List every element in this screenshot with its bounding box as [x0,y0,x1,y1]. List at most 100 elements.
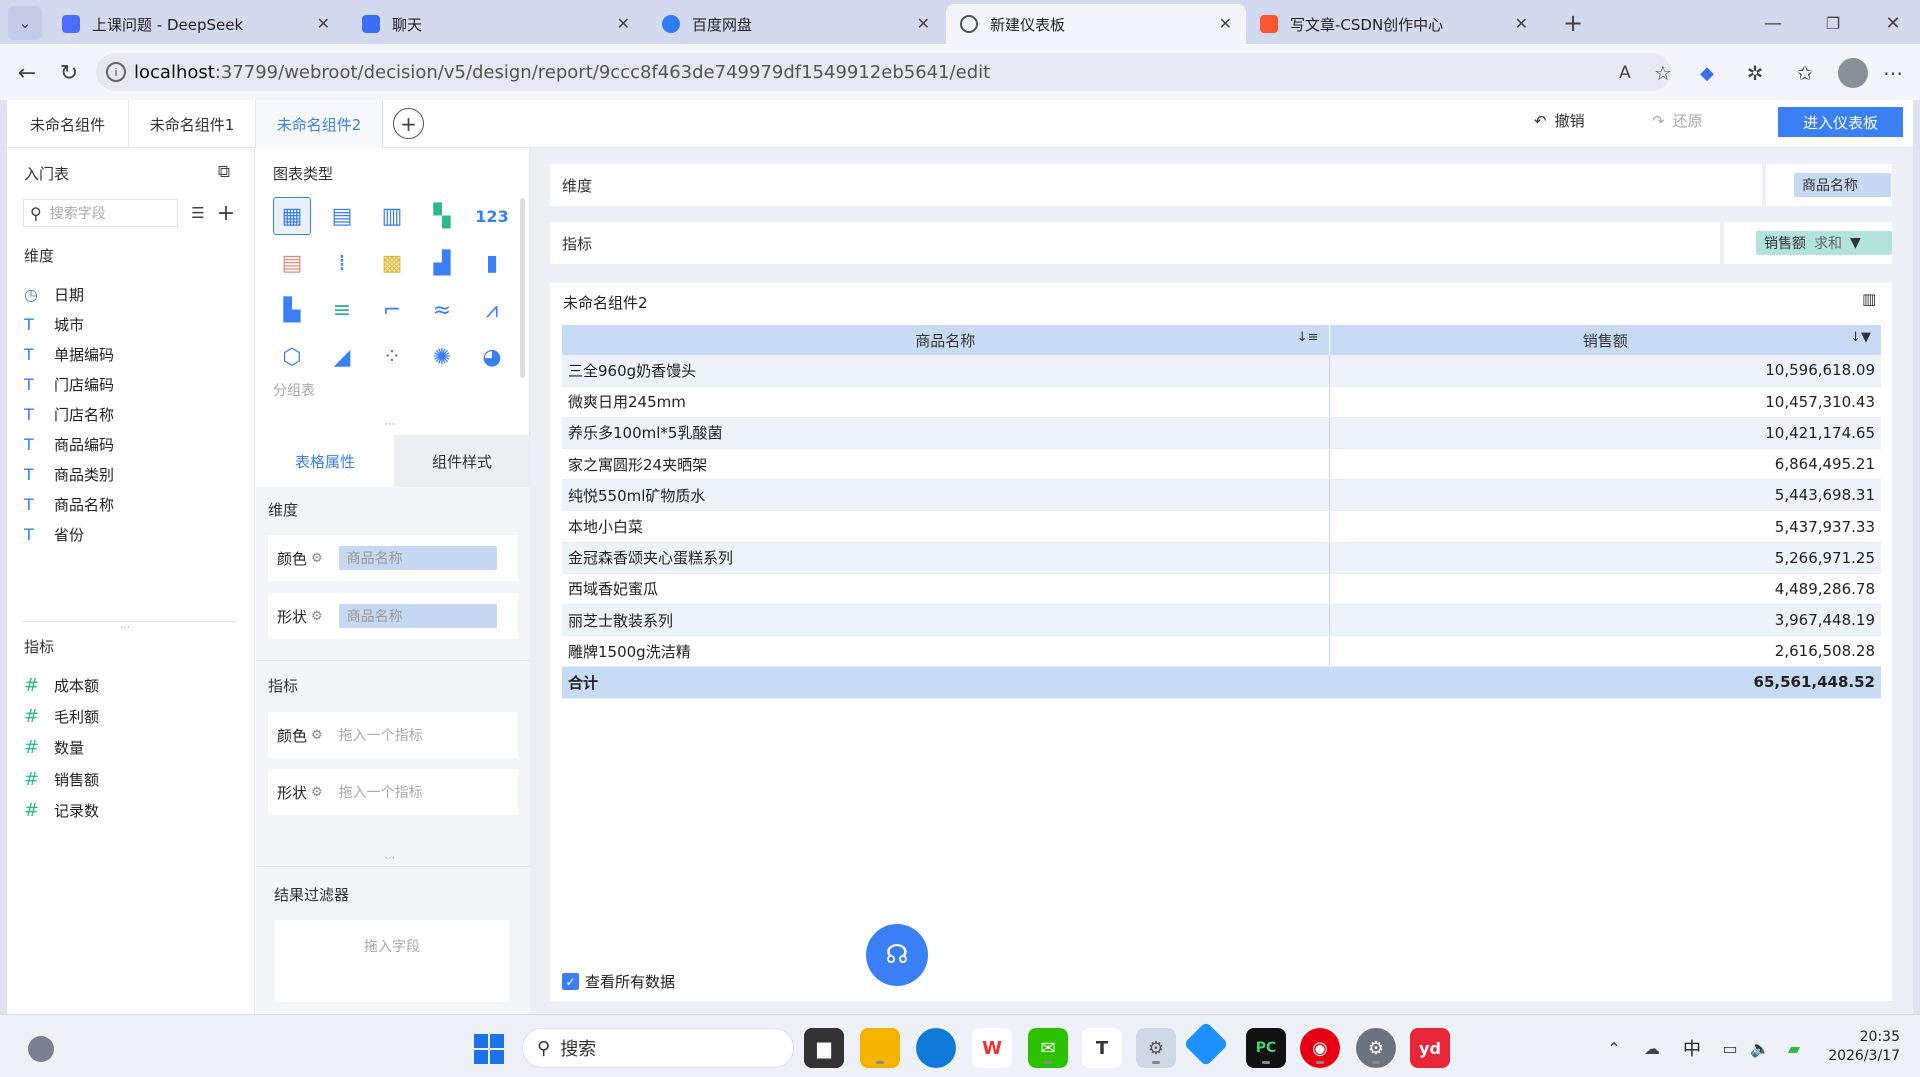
customer-service-icon[interactable]: ☊ [866,924,928,986]
show-hidden-icons-chevron[interactable]: ⌃ [1602,1036,1626,1060]
dimension-field[interactable]: T 省份 [24,519,84,549]
read-aloud-icon[interactable]: A [1610,58,1640,88]
youdao-icon[interactable]: yd [1410,1028,1450,1068]
widget-settings-icon[interactable]: ▥ [1862,290,1876,308]
search-field-box[interactable]: ⚲ 搜索字段 [23,199,178,227]
dimension-field[interactable]: T 单据编码 [24,339,114,369]
dimension-field[interactable]: T 门店名称 [24,399,114,429]
maximize-window-icon[interactable]: ❐ [1816,6,1850,40]
volume-icon[interactable]: 🔈 [1748,1036,1772,1060]
filter-icon[interactable]: ▼ [1850,235,1861,251]
wechat-icon[interactable]: ✉ [1028,1028,1068,1068]
measure-field[interactable]: # 成本额 [24,670,99,700]
more-menu-icon[interactable]: ⋯ [1878,58,1908,88]
dim-color-pill[interactable]: 商品名称 [338,546,497,570]
filter-drop-zone[interactable]: 拖入字段 [274,920,510,1002]
dim-shape-pill[interactable]: 商品名称 [338,604,497,628]
browser-tab[interactable]: 写文章-CSDN创作中心 ✕ [1246,4,1542,44]
dimension-field[interactable]: ◷ 日期 [24,279,84,309]
stacked-bar-icon[interactable]: ▟ [423,244,461,282]
close-tab-icon[interactable]: ✕ [1515,14,1528,33]
dimension-pill[interactable]: 商品名称 [1794,173,1891,197]
add-field-icon[interactable]: + [214,200,238,226]
start-windows-icon[interactable] [474,1034,504,1064]
gear-icon[interactable]: ⚙ [311,785,323,800]
area-chart-icon[interactable]: ◢ [323,338,361,376]
close-tab-icon[interactable]: ✕ [617,14,630,33]
measure-field[interactable]: # 毛利额 [24,701,99,731]
ime-indicator[interactable]: 中 [1680,1034,1704,1062]
edge-browser-icon[interactable] [916,1028,956,1068]
minimize-window-icon[interactable]: — [1756,6,1790,40]
measure-field[interactable]: # 销售额 [24,764,99,794]
number-card-icon[interactable]: 123 [473,197,511,235]
close-tab-icon[interactable]: ✕ [917,14,930,33]
browser-tab[interactable]: 上课问题 - DeepSeek ✕ [48,4,344,44]
site-info-icon[interactable]: i [106,62,126,82]
dimension-zone[interactable]: 维度 [550,164,1762,206]
network-tool-icon[interactable]: ⚙ [1136,1028,1176,1068]
dim-shape-slot[interactable]: 形状 ⚙ 商品名称 [268,593,518,639]
new-tab-plus-icon[interactable]: + [1556,6,1590,40]
settings-gear-icon[interactable]: ⚙ [1356,1028,1396,1068]
measure-shape-slot[interactable]: 形状 ⚙ 拖入一个指标 [268,769,518,815]
area-line-icon[interactable]: ≈ [423,291,461,329]
dimension-field[interactable]: T 门店编码 [24,369,114,399]
tab-table-props[interactable]: 表格属性 [256,435,394,487]
resize-handle-icon[interactable]: ⋯ [120,622,130,633]
url-field[interactable]: i localhost:37799/webroot/decision/v5/de… [96,53,1671,91]
favorites-bar-icon[interactable]: ✩ [1790,58,1820,88]
view-all-checkbox-row[interactable]: ✓ 查看所有数据 [562,971,675,992]
typora-icon[interactable]: T [1082,1028,1122,1068]
sort-icon[interactable]: ↓≡ [1297,330,1319,345]
dim-color-slot[interactable]: 颜色 ⚙ 商品名称 [268,535,518,581]
network-icon[interactable]: ▭ [1718,1036,1742,1060]
waterfall-icon[interactable]: ⌐ [373,291,411,329]
sort-fields-icon[interactable]: ☰ [186,200,210,226]
tab-component-style[interactable]: 组件样式 [394,435,530,487]
gear-icon[interactable]: ⚙ [311,551,323,566]
netease-music-icon[interactable]: ◉ [1300,1028,1340,1068]
gear-icon[interactable]: ⚙ [311,609,323,624]
indicator-table-icon[interactable]: ▤ [273,244,311,282]
column-header[interactable]: 商品名称 ↓≡ [562,325,1330,355]
browser-tab[interactable]: 聊天 ✕ [348,4,644,44]
column-chart-icon[interactable]: ▙ [273,291,311,329]
dimension-zone-fields[interactable]: 商品名称 [1766,164,1892,206]
dimension-field[interactable]: T 商品编码 [24,429,114,459]
gear-icon[interactable]: ⚙ [311,728,323,743]
detail-table-icon[interactable]: ▥ [373,197,411,235]
dot-table-icon[interactable]: ⁞ [323,244,361,282]
add-component-icon[interactable]: + [393,108,424,139]
measure-color-slot[interactable]: 颜色 ⚙ 拖入一个指标 [268,712,518,758]
taskbar-search[interactable]: ⚲ 搜索 [522,1028,794,1068]
resize-handle-icon[interactable]: ⋯ [385,853,395,864]
file-explorer-icon[interactable] [860,1028,900,1068]
kpi-card-icon[interactable]: ▚ [423,197,461,235]
heatmap-icon[interactable]: ▩ [373,244,411,282]
measure-field[interactable]: # 数量 [24,732,84,762]
horizontal-bar-icon[interactable]: ≡ [323,291,361,329]
table-chart-icon[interactable]: ▦ [273,197,311,235]
switch-table-icon[interactable]: ⧉ [212,160,236,184]
enter-dashboard-button[interactable]: 进入仪表板 [1778,107,1903,137]
close-window-icon[interactable]: ✕ [1876,6,1910,40]
measure-pill[interactable]: 销售额 求和 ▼ [1756,231,1892,255]
bubble-chart-icon[interactable]: ✺ [423,338,461,376]
measure-zone-fields[interactable]: 销售额 求和 ▼ [1724,222,1892,264]
battery-icon[interactable]: ▰ [1780,1036,1808,1060]
close-tab-icon[interactable]: ✕ [1219,14,1232,33]
measure-zone[interactable]: 指标 [550,222,1720,264]
line-chart-icon[interactable]: ⩘ [473,291,511,329]
browser-tab-active[interactable]: 新建仪表板 ✕ [946,4,1246,44]
measure-field[interactable]: # 记录数 [24,795,99,825]
scatter-chart-icon[interactable]: ⁘ [373,338,411,376]
dimension-field[interactable]: T 商品名称 [24,489,114,519]
back-arrow-icon[interactable]: ← [10,56,44,90]
scrollbar[interactable] [520,198,525,378]
weather-widget-icon[interactable] [28,1036,54,1062]
radar-chart-icon[interactable]: ⬡ [273,338,311,376]
resize-handle-icon[interactable]: ⋯ [385,419,395,430]
pycharm-icon[interactable]: PC [1246,1028,1286,1068]
component-tab[interactable]: 未命名组件 [7,100,129,148]
